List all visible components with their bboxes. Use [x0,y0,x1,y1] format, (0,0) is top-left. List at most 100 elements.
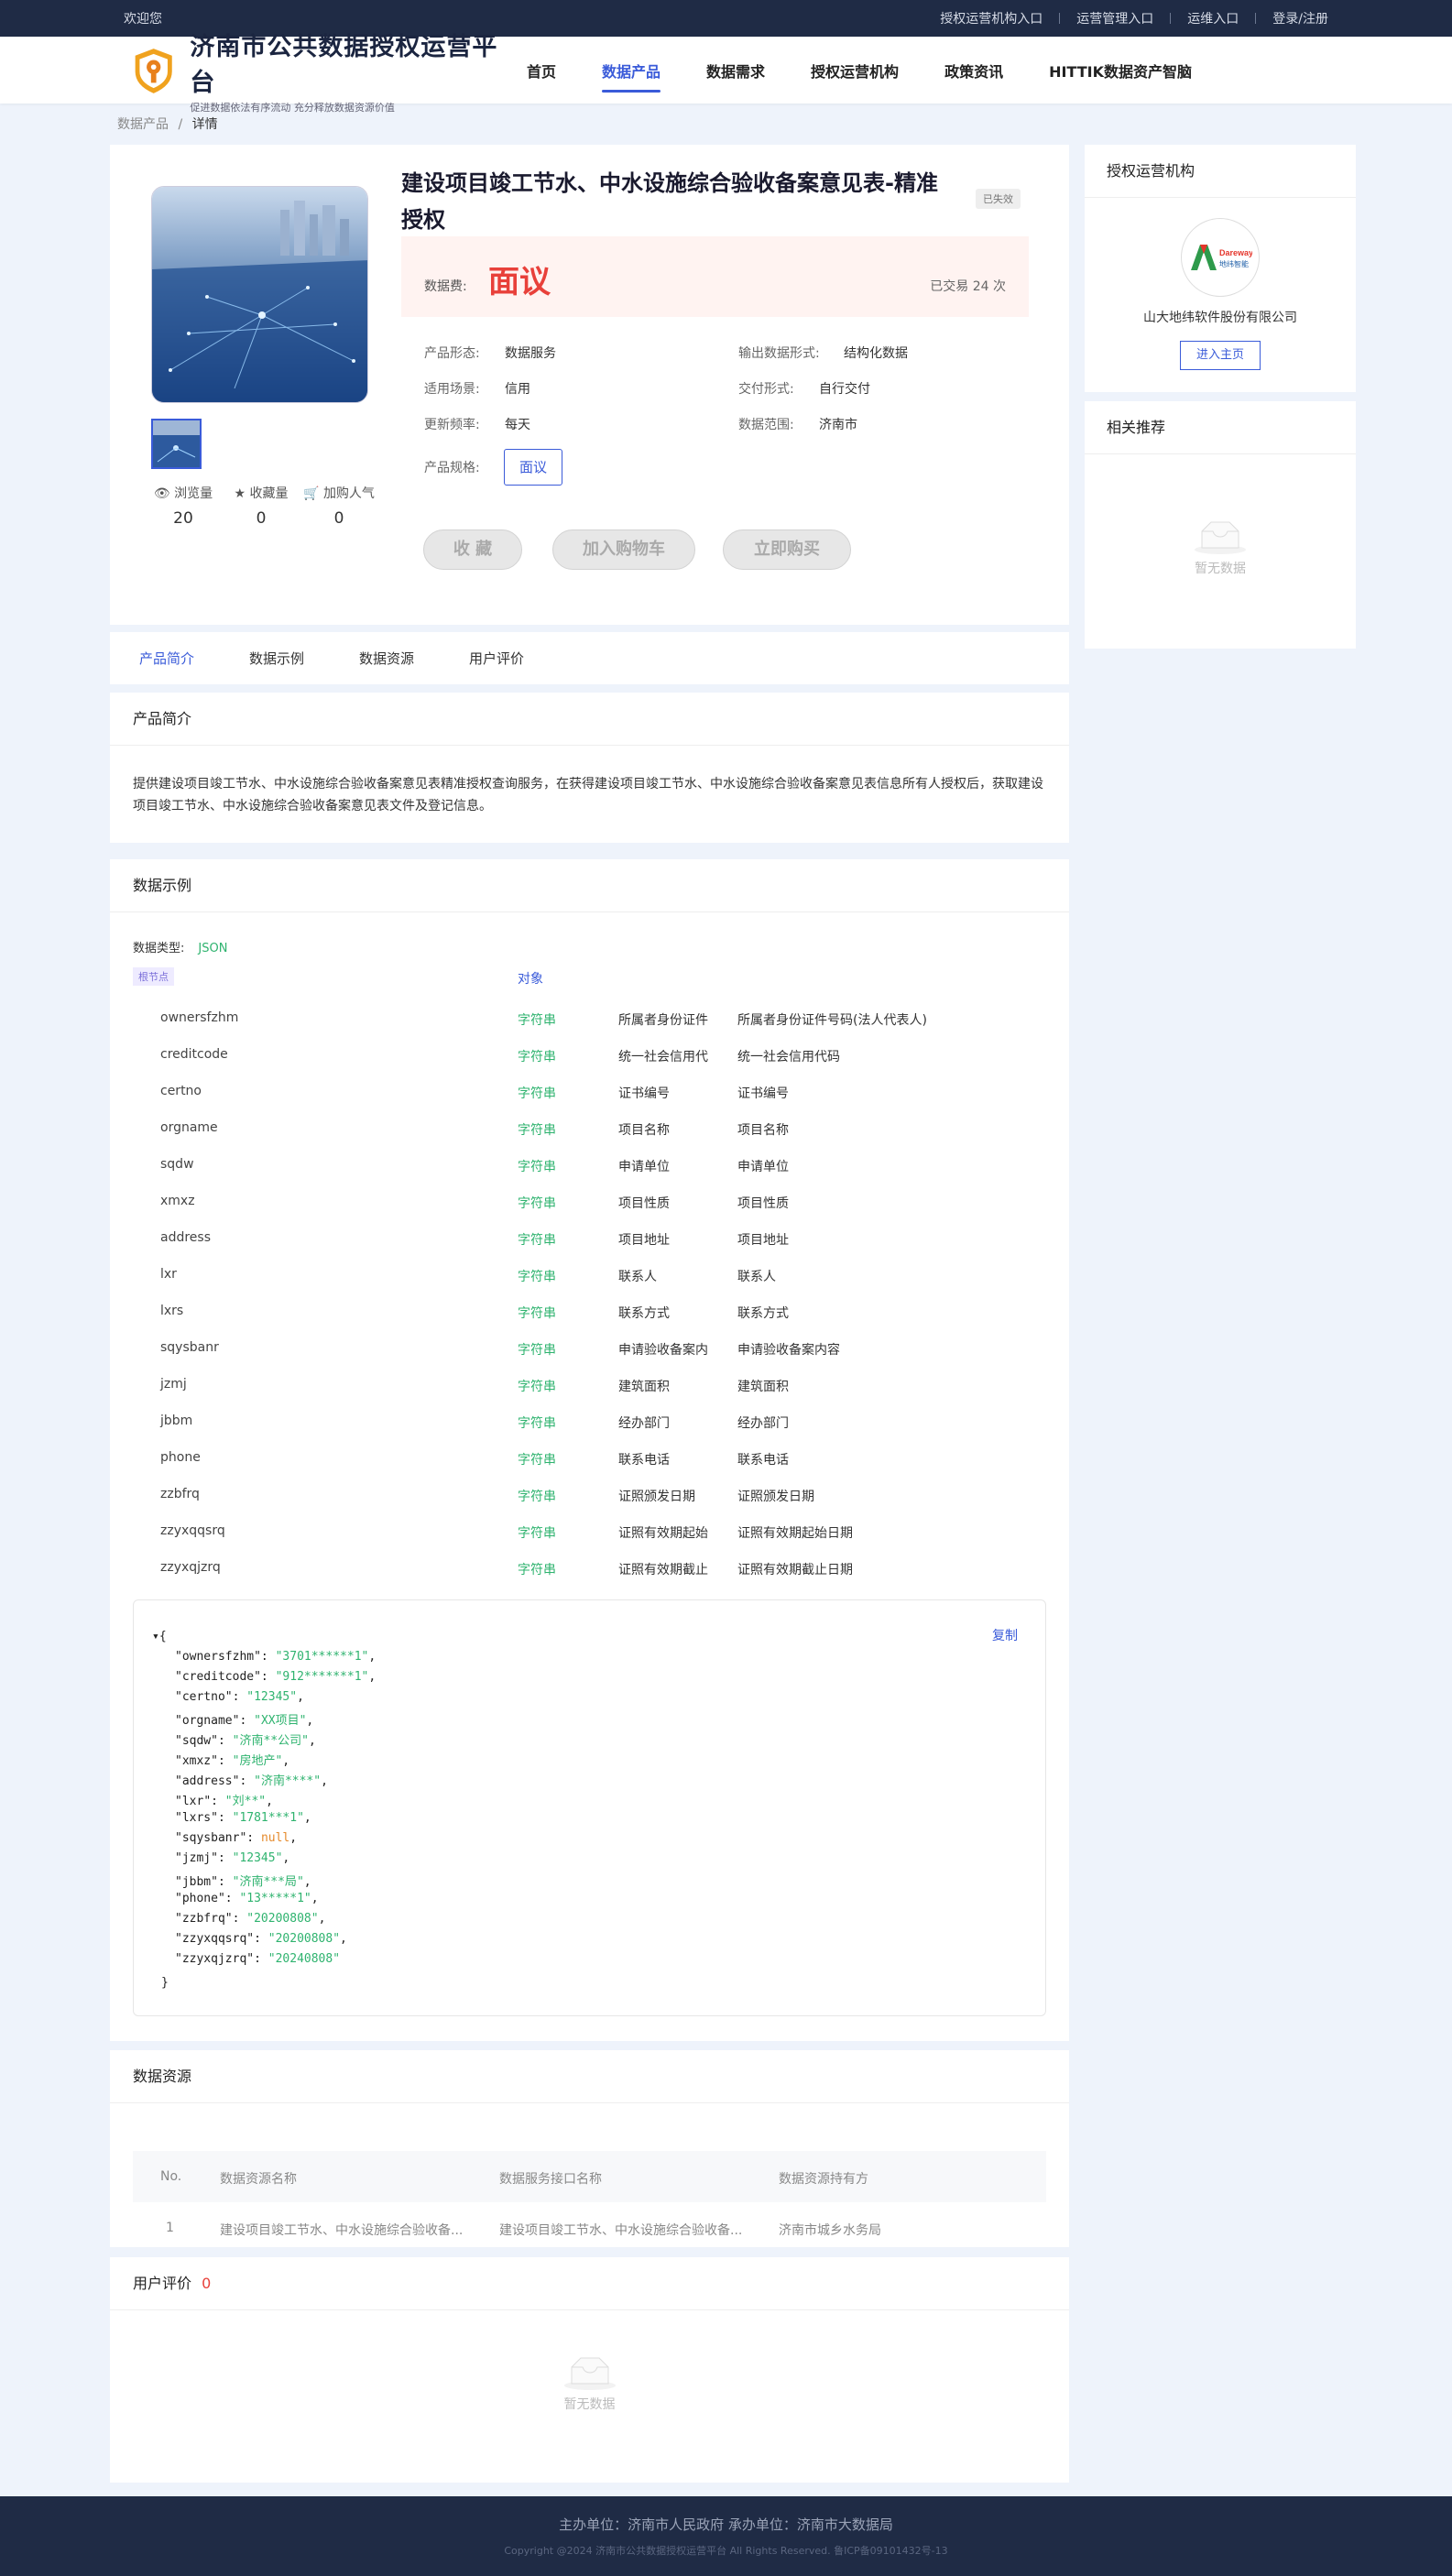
json-value-text: 济南***局 [239,1875,297,1889]
field-desc: 证照有效期起始日期 [737,1526,853,1541]
intro-text: 提供建设项目竣工节水、中水设施综合验收备案意见表精准授权查询服务，在获得建设项目… [133,777,1043,813]
field-type: 字符串 [518,1196,556,1211]
sample-section: 数据示例 数据类型: JSON 根节点 对象 ownersfzhm 字符串 所属者身份… [110,859,1069,2041]
nav-data-demand[interactable]: 数据需求 [706,52,765,89]
json-line: "xmxz": "房地产", [175,1754,290,1768]
buy-now-button[interactable]: 立即购买 [723,529,851,570]
stat-favorites: ★ 收藏量 0 [224,484,298,528]
field-desc: 项目名称 [737,1123,789,1138]
field-desc: 证书编号 [737,1086,789,1101]
reviews-section: 用户评价 0 暂无数据 [110,2257,1069,2483]
attr-key: 数据范围: [738,418,794,432]
col-resource-name: 数据资源名称 [220,2172,297,2187]
stat-value: 0 [333,509,344,528]
attr-key: 交付形式: [738,382,794,397]
org-home-button[interactable]: 进入主页 [1180,341,1261,370]
spec-option-button[interactable]: 面议 [504,449,562,486]
breadcrumb-parent[interactable]: 数据产品 [117,117,169,132]
product-stats: 👁 浏览量 20 ★ 收藏量 0 🛒 加购人气 0 [147,484,376,528]
field-row: ownersfzhm 字符串 所属者身份证件 所属者身份证件号码(法人代表人) [160,1010,985,1029]
json-key: address [181,1774,233,1788]
link-login-register[interactable]: 登录/注册 [1272,9,1328,27]
json-close: } [161,1976,169,1990]
field-desc: 联系人 [737,1270,776,1284]
json-value-text: 1781***1 [239,1811,298,1825]
tab-resources[interactable]: 数据资源 [359,649,414,668]
json-line: "lxr": "刘**", [175,1795,273,1808]
json-key: zzbfrq [181,1912,225,1926]
nav-hittik[interactable]: HITTIK数据资产智脑 [1049,52,1192,89]
field-type: 字符串 [518,1416,556,1431]
divider [1059,13,1061,24]
json-value-text: 20200808 [275,1932,333,1946]
link-operator-entry[interactable]: 授权运营机构入口 [940,9,1043,27]
nav-data-products[interactable]: 数据产品 [602,52,661,93]
field-label: 申请单位 [618,1160,670,1174]
collapse-caret-icon[interactable]: ▾ [152,1630,159,1643]
link-ops-entry[interactable]: 运维入口 [1187,9,1239,27]
field-desc: 联系电话 [737,1453,789,1468]
tab-reviews[interactable]: 用户评价 [469,649,524,668]
field-label: 证照有效期截止 [618,1563,708,1577]
attr-scene: 适用场景: 信用 [424,379,530,398]
product-image [151,186,368,403]
json-value: "20200808" [267,1932,341,1946]
attr-key: 适用场景: [424,382,480,397]
product-thumbnail[interactable] [151,419,202,469]
nav-home[interactable]: 首页 [527,52,556,89]
json-value-text: XX项目 [260,1714,300,1728]
field-row: jzmj 字符串 建筑面积 建筑面积 [160,1377,985,1395]
stat-value: 0 [256,509,267,528]
attr-value: 济南市 [819,418,857,432]
attr-key: 输出数据形式: [738,346,820,361]
json-line: "zzbfrq": "20200808", [175,1912,326,1926]
reviews-title: 用户评价 0 [110,2257,1069,2310]
field-type: 字符串 [518,1526,556,1541]
tab-sample[interactable]: 数据示例 [249,649,304,668]
field-desc: 所属者身份证件号码(法人代表人) [737,1013,927,1028]
copy-button[interactable]: 复制 [992,1626,1018,1644]
field-type: 字符串 [518,1270,556,1284]
favorite-button[interactable]: 收 藏 [423,529,522,570]
json-value: "20200808" [246,1912,319,1926]
site-logo[interactable]: 济南市公共数据授权运营平台 促进数据依法有序流动 充分释放数据资源价值 [128,27,508,115]
link-admin-entry[interactable]: 运营管理入口 [1076,9,1153,27]
attr-range: 数据范围: 济南市 [738,415,857,433]
attr-value: 结构化数据 [844,346,908,361]
related-panel: 相关推荐 暂无数据 [1085,401,1356,649]
field-row: address 字符串 项目地址 项目地址 [160,1230,985,1249]
root-type: 对象 [518,972,543,987]
breadcrumb: 数据产品 / 详情 [117,115,218,133]
field-name: phone [160,1450,201,1465]
field-row: jbbm 字符串 经办部门 经办部门 [160,1414,985,1432]
shield-logo-icon [135,48,172,93]
field-label: 建筑面积 [618,1380,670,1394]
json-value: "12345" [246,1690,298,1704]
json-key: lxrs [181,1811,212,1825]
attr-value: 自行交付 [819,382,870,397]
field-row: zzbfrq 字符串 证照颁发日期 证照颁发日期 [160,1487,985,1505]
json-value-text: 12345 [239,1851,276,1865]
tab-intro[interactable]: 产品简介 [139,649,194,668]
field-name: xmxz [160,1194,195,1208]
nav-operators[interactable]: 授权运营机构 [811,52,899,89]
col-no: No. [160,2169,182,2184]
field-name: jzmj [160,1377,187,1392]
logo-text-cn: 地纬智能 [1219,259,1249,268]
field-name: sqdw [160,1157,194,1172]
nav-policy-news[interactable]: 政策资讯 [944,52,1003,89]
data-type: 数据类型: JSON [133,938,227,955]
attr-output: 输出数据形式: 结构化数据 [738,344,908,362]
table-row[interactable]: 1 建设项目竣工节水、中水设施综合验收备... 建设项目竣工节水、中水设施综合验… [133,2202,1046,2248]
attr-frequency: 更新频率: 每天 [424,415,530,433]
field-row: certno 字符串 证书编号 证书编号 [160,1084,985,1102]
json-value: "20240808" [267,1952,341,1966]
field-name: lxrs [160,1304,184,1318]
field-label: 联系电话 [618,1453,670,1468]
reviews-count: 0 [202,2275,212,2292]
data-type-label: 数据类型: [133,942,185,955]
field-type: 字符串 [518,1453,556,1468]
field-type: 字符串 [518,1050,556,1064]
attr-key: 更新频率: [424,418,480,432]
add-to-cart-button[interactable]: 加入购物车 [552,529,695,570]
